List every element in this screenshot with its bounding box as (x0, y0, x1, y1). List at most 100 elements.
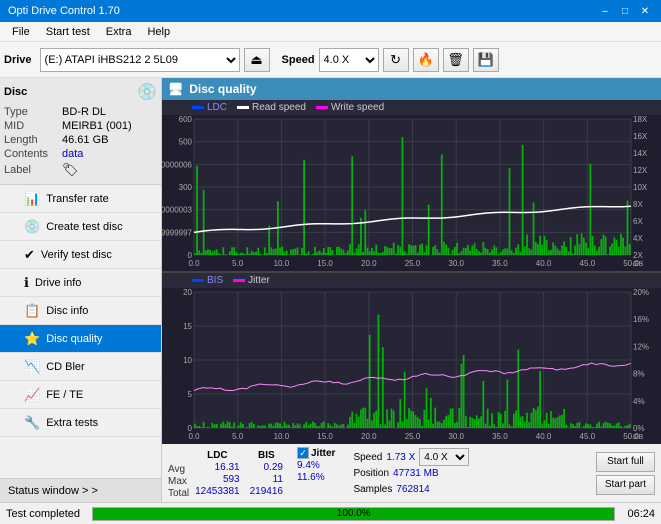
svg-text:0.0: 0.0 (188, 432, 200, 441)
svg-text:14X: 14X (633, 149, 648, 158)
svg-text:8X: 8X (633, 200, 643, 209)
menu-extra[interactable]: Extra (98, 24, 140, 40)
transfer-rate-icon: 📊 (24, 191, 40, 207)
max-label: Max (168, 476, 189, 487)
sidebar: Disc 💿 Type BD-R DL MID MEIRB1 (001) Len… (0, 78, 162, 502)
svg-text:20.0: 20.0 (361, 259, 377, 268)
minimize-button[interactable]: – (597, 4, 613, 18)
svg-text:10.0: 10.0 (274, 259, 290, 268)
speed-select-stats[interactable]: 4.0 X (419, 448, 469, 466)
svg-text:16%: 16% (633, 315, 649, 324)
bis-header: BIS (250, 450, 283, 461)
nav-disc-quality[interactable]: ⭐ Disc quality (0, 325, 161, 353)
svg-text:12X: 12X (633, 166, 648, 175)
svg-text:10X: 10X (633, 183, 648, 192)
svg-text:5.0: 5.0 (232, 259, 244, 268)
disc-mid-row: MID MEIRB1 (001) (4, 120, 157, 132)
charts-area: LDC Read speed Write speed 600500400.000… (162, 100, 661, 443)
svg-text:40.0: 40.0 (536, 259, 552, 268)
disc-panel-title: Disc (4, 86, 27, 98)
bottom-legend: BIS Jitter (162, 273, 661, 288)
position-key: Position (353, 468, 389, 479)
nav-extra-tests[interactable]: 🔧 Extra tests (0, 409, 161, 437)
svg-text:45.0: 45.0 (580, 259, 596, 268)
ldc-header: LDC (195, 450, 240, 461)
drive-label: Drive (4, 54, 32, 66)
status-window-button[interactable]: Status window > > (0, 478, 161, 502)
nav-create-test-disc[interactable]: 💿 Create test disc (0, 213, 161, 241)
menu-start-test[interactable]: Start test (38, 24, 98, 40)
menu-help[interactable]: Help (139, 24, 178, 40)
stats-bar: Avg Max Total LDC 16.31 593 12453381 BIS… (162, 443, 661, 502)
svg-text:20%: 20% (633, 288, 649, 297)
cd-bler-icon: 📉 (24, 359, 40, 375)
top-legend: LDC Read speed Write speed (162, 100, 661, 115)
menubar: File Start test Extra Help (0, 22, 661, 42)
save-button[interactable]: 💾 (473, 48, 499, 72)
disc-type-row: Type BD-R DL (4, 106, 157, 118)
disc-contents-row: Contents data (4, 148, 157, 160)
titlebar: Opti Drive Control 1.70 – □ ✕ (0, 0, 661, 22)
svg-text:5: 5 (188, 390, 193, 399)
bis-avg: 0.29 (250, 462, 283, 473)
svg-text:12%: 12% (633, 342, 649, 351)
svg-text:4%: 4% (633, 396, 645, 405)
svg-text:45.0: 45.0 (580, 432, 596, 441)
erase-button[interactable]: 🗑 (443, 48, 469, 72)
disc-quality-header-icon: 🖥 (168, 82, 183, 96)
total-label: Total (168, 488, 189, 499)
nav-cd-bler[interactable]: 📉 CD Bler (0, 353, 161, 381)
bis-total: 219416 (250, 486, 283, 497)
position-value: 47731 MB (393, 468, 439, 479)
disc-label-row: Label 🏷 (4, 162, 157, 178)
svg-text:300: 300 (179, 183, 193, 192)
fe-te-icon: 📈 (24, 387, 40, 403)
svg-text:200.00000000000003: 200.00000000000003 (162, 206, 193, 215)
start-full-button[interactable]: Start full (596, 452, 655, 472)
svg-text:99.99999999999997: 99.99999999999997 (162, 228, 193, 237)
svg-text:400.00000000000006: 400.00000000000006 (162, 160, 193, 169)
bottom-chart: 2015105020%16%12%8%4%0%0.05.010.015.020.… (162, 288, 661, 444)
svg-text:25.0: 25.0 (405, 432, 421, 441)
speed-select[interactable]: 4.0 X (319, 48, 379, 72)
svg-text:4X: 4X (633, 234, 643, 243)
start-buttons: Start full Start part (596, 452, 655, 495)
nav-verify-test-disc[interactable]: ✔ Verify test disc (0, 241, 161, 269)
svg-text:35.0: 35.0 (492, 432, 508, 441)
progress-text: 100.0% (93, 508, 614, 520)
svg-text:40.0: 40.0 (536, 432, 552, 441)
svg-text:30.0: 30.0 (448, 432, 464, 441)
drive-select[interactable]: (E:) ATAPI iHBS212 2 5L09 (40, 48, 240, 72)
statusbar: Test completed 100.0% 06:24 (0, 502, 661, 524)
samples-key: Samples (353, 484, 392, 495)
start-part-button[interactable]: Start part (596, 475, 655, 495)
nav-disc-info[interactable]: 📋 Disc info (0, 297, 161, 325)
top-chart: 600500400.00000000000006300200.000000000… (162, 115, 661, 271)
speed-key: Speed (353, 452, 382, 463)
svg-text:6X: 6X (633, 217, 643, 226)
bis-max: 11 (250, 474, 283, 485)
svg-text:16X: 16X (633, 132, 648, 141)
menu-file[interactable]: File (4, 24, 38, 40)
nav-transfer-rate[interactable]: 📊 Transfer rate (0, 185, 161, 213)
create-test-disc-icon: 💿 (24, 219, 40, 235)
drive-info-icon: ℹ (24, 275, 29, 291)
content-area: 🖥 Disc quality LDC Read speed Write spee… (162, 78, 661, 502)
maximize-button[interactable]: □ (617, 4, 633, 18)
refresh-button[interactable]: ↻ (383, 48, 409, 72)
svg-text:500: 500 (179, 138, 193, 147)
jitter-checkbox[interactable]: ✓ (297, 447, 309, 459)
svg-text:30.0: 30.0 (448, 259, 464, 268)
disc-icon: 💿 (137, 82, 157, 102)
close-button[interactable]: ✕ (637, 4, 653, 18)
burn-button[interactable]: 🔥 (413, 48, 439, 72)
svg-text:35.0: 35.0 (492, 259, 508, 268)
svg-text:5.0: 5.0 (232, 432, 244, 441)
titlebar-title: Opti Drive Control 1.70 (8, 5, 120, 17)
speed-value: 1.73 X (386, 452, 415, 463)
disc-quality-header: 🖥 Disc quality (162, 78, 661, 100)
eject-button[interactable]: ⏏ (244, 48, 270, 72)
svg-text:20: 20 (183, 288, 192, 297)
nav-fe-te[interactable]: 📈 FE / TE (0, 381, 161, 409)
nav-drive-info[interactable]: ℹ Drive info (0, 269, 161, 297)
